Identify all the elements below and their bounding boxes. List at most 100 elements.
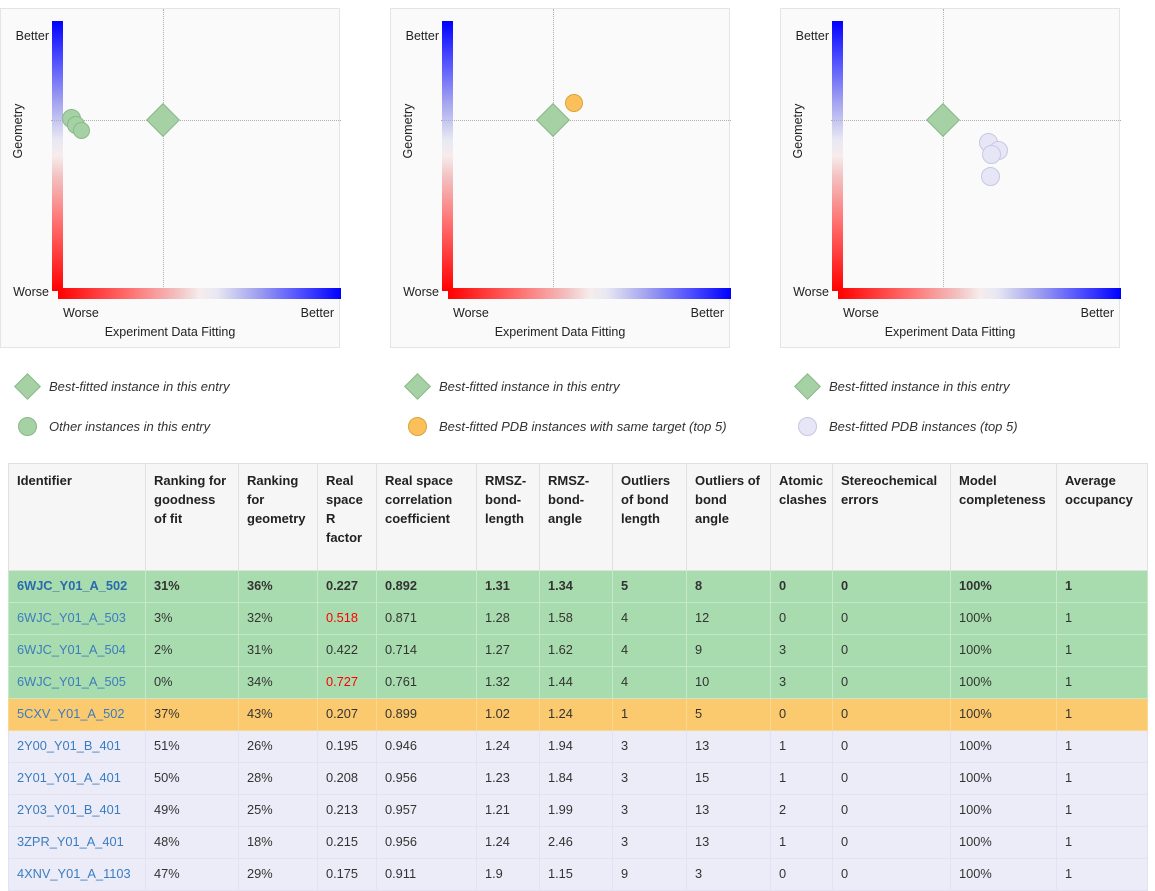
- all-pdb-panel[interactable]: Better Worse Geometry Worse Better Exper…: [780, 8, 1120, 348]
- plot-area-2[interactable]: [453, 21, 731, 291]
- table-cell: 50%: [146, 763, 239, 795]
- column-header[interactable]: RMSZ-bond-length: [477, 464, 540, 571]
- entry-instances-panel[interactable]: Better Worse Geometry Worse Better Exper…: [0, 8, 340, 348]
- table-cell: 0.227: [318, 571, 377, 603]
- table-row[interactable]: 2Y01_Y01_A_40150%28%0.2080.9561.231.8431…: [9, 763, 1148, 795]
- column-header[interactable]: Identifier: [9, 464, 146, 571]
- table-cell: 13: [687, 795, 771, 827]
- table-cell: 3: [771, 667, 833, 699]
- fitting-worse-label: Worse: [453, 306, 489, 320]
- best-fitted-marker[interactable]: [146, 103, 180, 137]
- geometry-colorbar: [52, 21, 63, 291]
- table-row[interactable]: 6WJC_Y01_A_50231%36%0.2270.8921.311.3458…: [9, 571, 1148, 603]
- best-fitted-marker[interactable]: [926, 103, 960, 137]
- table-cell: 9: [687, 635, 771, 667]
- plot-area-3[interactable]: [843, 21, 1121, 291]
- column-header[interactable]: Average occupancy: [1057, 464, 1148, 571]
- panel-slot-3: Better Worse Geometry Worse Better Exper…: [765, 8, 1155, 348]
- table-cell: 49%: [146, 795, 239, 827]
- table-row[interactable]: 3ZPR_Y01_A_40148%18%0.2150.9561.242.4631…: [9, 827, 1148, 859]
- plot-area-1[interactable]: [63, 21, 341, 291]
- table-cell: 0%: [146, 667, 239, 699]
- identifier-cell[interactable]: 6WJC_Y01_A_502: [9, 571, 146, 603]
- table-cell: 18%: [239, 827, 318, 859]
- instance-marker[interactable]: [565, 94, 583, 112]
- column-header[interactable]: Real space R factor: [318, 464, 377, 571]
- table-cell: 12: [687, 603, 771, 635]
- column-header[interactable]: Atomic clashes: [771, 464, 833, 571]
- table-row[interactable]: 6WJC_Y01_A_5033%32%0.5180.8711.281.58412…: [9, 603, 1148, 635]
- column-header[interactable]: Model completeness: [951, 464, 1057, 571]
- diamond-icon: [404, 373, 431, 400]
- identifier-cell[interactable]: 2Y01_Y01_A_401: [9, 763, 146, 795]
- table-cell: 0: [833, 635, 951, 667]
- identifier-link[interactable]: 6WJC_Y01_A_503: [17, 610, 126, 625]
- table-cell: 1: [1057, 731, 1148, 763]
- column-header[interactable]: Outliers of bond length: [613, 464, 687, 571]
- table-cell: 1.24: [477, 827, 540, 859]
- legend-item: Best-fitted PDB instances with same targ…: [390, 406, 765, 446]
- legend-symbol-wrap: [5, 377, 49, 396]
- table-cell: 0.714: [377, 635, 477, 667]
- best-fitted-marker[interactable]: [536, 103, 570, 137]
- identifier-link[interactable]: 6WJC_Y01_A_505: [17, 674, 126, 689]
- table-cell: 100%: [951, 635, 1057, 667]
- gridline-vertical: [943, 9, 944, 295]
- instance-marker[interactable]: [981, 167, 1000, 186]
- column-header[interactable]: Ranking for goodness of fit: [146, 464, 239, 571]
- fitting-better-label: Better: [1081, 306, 1114, 320]
- table-cell: 1.84: [540, 763, 613, 795]
- table-row[interactable]: 6WJC_Y01_A_5042%31%0.4220.7141.271.62493…: [9, 635, 1148, 667]
- identifier-link[interactable]: 4XNV_Y01_A_1103: [17, 866, 131, 881]
- table-cell: 0.957: [377, 795, 477, 827]
- identifier-link[interactable]: 5CXV_Y01_A_502: [17, 706, 124, 721]
- column-header[interactable]: Stereochemical errors: [833, 464, 951, 571]
- table-cell: 43%: [239, 699, 318, 731]
- table-row[interactable]: 5CXV_Y01_A_50237%43%0.2070.8991.021.2415…: [9, 699, 1148, 731]
- table-cell: 28%: [239, 763, 318, 795]
- column-header[interactable]: RMSZ-bond-angle: [540, 464, 613, 571]
- identifier-cell[interactable]: 5CXV_Y01_A_502: [9, 699, 146, 731]
- geometry-better-label: Better: [787, 29, 829, 43]
- identifier-link[interactable]: 3ZPR_Y01_A_401: [17, 834, 124, 849]
- identifier-link[interactable]: 6WJC_Y01_A_504: [17, 642, 126, 657]
- table-cell: 0.727: [318, 667, 377, 699]
- identifier-cell[interactable]: 2Y03_Y01_B_401: [9, 795, 146, 827]
- table-cell: 26%: [239, 731, 318, 763]
- identifier-link[interactable]: 2Y03_Y01_B_401: [17, 802, 121, 817]
- table-cell: 0.215: [318, 827, 377, 859]
- identifier-link[interactable]: 2Y00_Y01_B_401: [17, 738, 121, 753]
- column-header[interactable]: Ranking for geometry: [239, 464, 318, 571]
- instance-marker[interactable]: [982, 145, 1001, 164]
- table-row[interactable]: 2Y03_Y01_B_40149%25%0.2130.9571.211.9931…: [9, 795, 1148, 827]
- identifier-cell[interactable]: 3ZPR_Y01_A_401: [9, 827, 146, 859]
- table-cell: 1.23: [477, 763, 540, 795]
- identifier-link[interactable]: 6WJC_Y01_A_502: [17, 578, 127, 593]
- instance-marker[interactable]: [73, 122, 90, 139]
- column-header[interactable]: Real space correlation coefficient: [377, 464, 477, 571]
- table-cell: 10: [687, 667, 771, 699]
- legend-item: Best-fitted instance in this entry: [780, 366, 1155, 406]
- table-cell: 0: [833, 795, 951, 827]
- table-cell: 2.46: [540, 827, 613, 859]
- legend-symbol-wrap: [395, 377, 439, 396]
- identifier-cell[interactable]: 6WJC_Y01_A_504: [9, 635, 146, 667]
- table-cell: 0: [833, 571, 951, 603]
- column-header[interactable]: Outliers of bond angle: [687, 464, 771, 571]
- table-cell: 1: [1057, 571, 1148, 603]
- identifier-cell[interactable]: 2Y00_Y01_B_401: [9, 731, 146, 763]
- same-target-pdb-panel[interactable]: Better Worse Geometry Worse Better Exper…: [390, 8, 730, 348]
- table-cell: 0.761: [377, 667, 477, 699]
- table-cell: 1: [771, 763, 833, 795]
- identifier-cell[interactable]: 6WJC_Y01_A_505: [9, 667, 146, 699]
- table-row[interactable]: 6WJC_Y01_A_5050%34%0.7270.7611.321.44410…: [9, 667, 1148, 699]
- geometry-colorbar: [832, 21, 843, 291]
- table-cell: 3%: [146, 603, 239, 635]
- legend-label: Best-fitted PDB instances (top 5): [829, 419, 1018, 434]
- identifier-cell[interactable]: 6WJC_Y01_A_503: [9, 603, 146, 635]
- table-header-row: IdentifierRanking for goodness of fitRan…: [9, 464, 1148, 571]
- identifier-link[interactable]: 2Y01_Y01_A_401: [17, 770, 121, 785]
- table-row[interactable]: 2Y00_Y01_B_40151%26%0.1950.9461.241.9431…: [9, 731, 1148, 763]
- geometry-worse-label: Worse: [3, 285, 49, 299]
- table-cell: 1: [1057, 827, 1148, 859]
